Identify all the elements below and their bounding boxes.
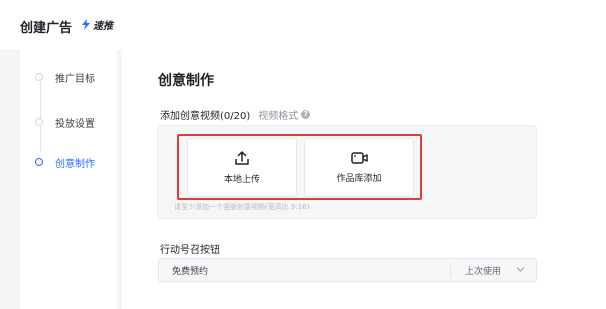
video-format-text: 视频格式 — [258, 111, 299, 122]
add-video-label: 添加创意视频(0/20) — [160, 111, 251, 122]
step-dot — [35, 118, 43, 126]
brand-badge: 速推 — [81, 17, 113, 32]
section-title: 创意制作 — [158, 73, 214, 89]
step-label: 投放设置 — [55, 118, 95, 130]
brand-logo-text: 速推 — [93, 21, 113, 32]
chevron-down-icon[interactable] — [516, 265, 525, 274]
step-dot — [35, 73, 43, 81]
step-dot-active — [35, 158, 43, 166]
step-label: 推广目标 — [55, 73, 95, 85]
lightning-icon — [82, 19, 90, 30]
cta-button-label: 行动号召按钮 — [160, 245, 220, 256]
help-icon[interactable]: ? — [301, 110, 311, 119]
local-upload-button[interactable]: 本地上传 — [187, 138, 297, 197]
step-label: 创意制作 — [55, 158, 95, 170]
video-camera-icon — [350, 152, 368, 164]
local-upload-label: 本地上传 — [223, 175, 260, 185]
step-item-creative[interactable]: 创意制作 — [35, 153, 95, 171]
cta-select[interactable]: 免费预约 上次使用 — [158, 258, 537, 282]
top-header: 创建广告 速推 — [0, 0, 606, 51]
step-item-delivery-settings[interactable]: 投放设置 — [35, 113, 95, 131]
last-used-tag: 上次使用 — [465, 267, 502, 277]
cta-selected-value: 免费预约 — [172, 267, 209, 277]
page-title: 创建广告 — [20, 21, 73, 36]
library-add-button[interactable]: 作品库添加 — [304, 138, 414, 197]
upload-hint: 请至少添加一个竖版创意视频(宽高比 9:16) — [174, 203, 310, 211]
video-label-row: 添加创意视频(0/20) 视频格式 ? — [160, 107, 311, 122]
video-upload-panel: 本地上传 作品库添加 请至少添加一个竖版创意视频(宽高比 9:16) — [157, 125, 537, 219]
select-divider — [450, 263, 451, 277]
step-sidebar: 推广目标 投放设置 创意制作 — [20, 50, 117, 309]
video-format-link[interactable]: 视频格式 ? — [258, 107, 311, 122]
library-add-label: 作品库添加 — [336, 174, 382, 184]
upload-icon — [235, 151, 249, 165]
step-item-promotion-goal[interactable]: 推广目标 — [35, 68, 95, 86]
main-panel: 创意制作 添加创意视频(0/20) 视频格式 ? 本地上传 作品库添加 请至少添… — [122, 50, 606, 309]
